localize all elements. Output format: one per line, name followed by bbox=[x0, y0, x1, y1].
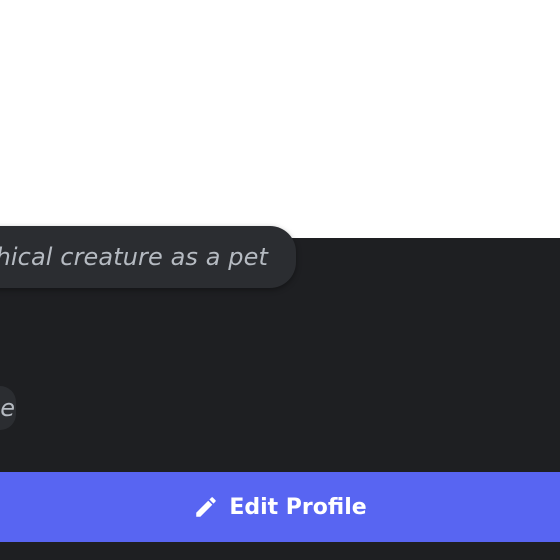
activity-text: e bbox=[0, 394, 15, 422]
profile-page: thical creature as a pet e Edit Profile bbox=[0, 0, 560, 560]
custom-status-bubble: thical creature as a pet bbox=[0, 226, 296, 288]
profile-banner bbox=[0, 0, 560, 238]
custom-status-text: thical creature as a pet bbox=[0, 243, 268, 271]
edit-profile-button[interactable]: Edit Profile bbox=[0, 472, 560, 542]
pencil-icon bbox=[193, 494, 219, 520]
edit-profile-label: Edit Profile bbox=[229, 494, 367, 520]
